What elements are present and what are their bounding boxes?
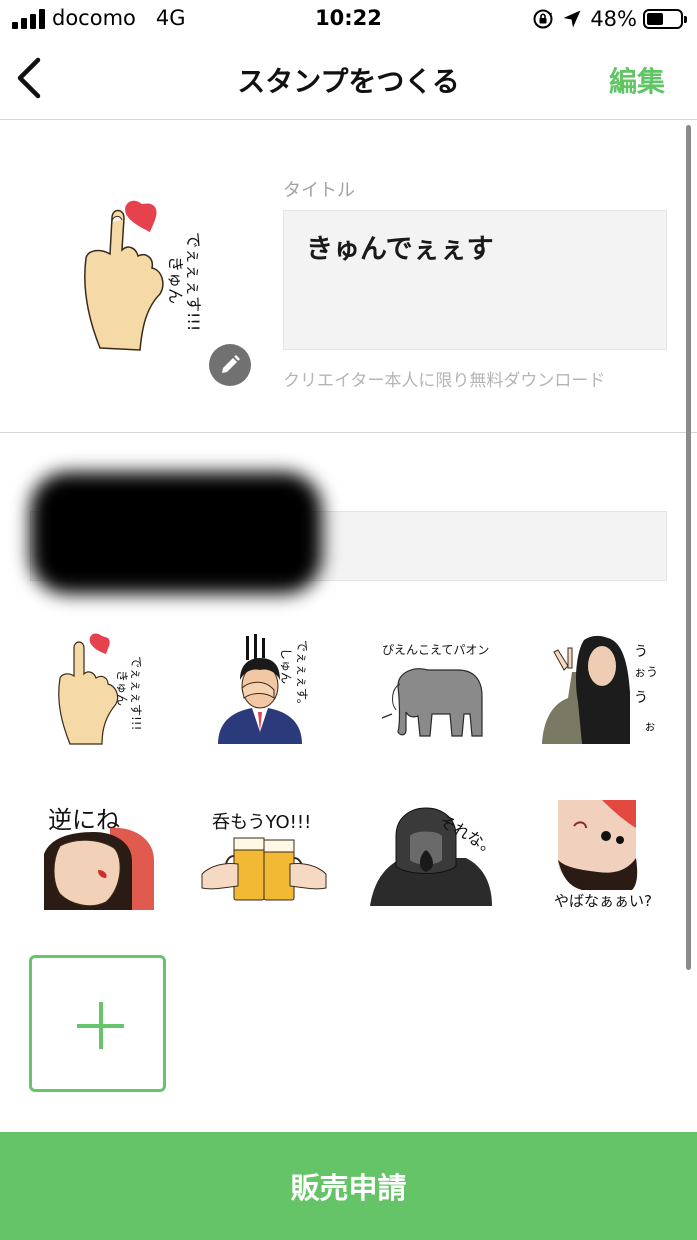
download-note: クリエイター本人に限り無料ダウンロード [283, 371, 606, 391]
edit-image-button[interactable] [209, 344, 251, 386]
svg-text:でぇぇぇす!!!: でぇぇぇす!!! [184, 232, 203, 331]
rotation-lock-icon [533, 9, 553, 29]
back-button[interactable] [10, 54, 54, 102]
gorilla-sticker-image: それな。 [370, 807, 496, 906]
beer-sticker-image: 呑もうYO!!! [201, 812, 327, 901]
svg-text:逆にね: 逆にね [48, 806, 120, 834]
svg-text:ぴえんこえてパオン: ぴえんこえてパオン [382, 643, 489, 657]
page-title: スタンプをつくる [237, 65, 460, 98]
sticker-kyun[interactable]: きゅん でぇぇぇす!!! [50, 632, 170, 756]
svg-text:やばなぁぁい?: やばなぁぁい? [554, 892, 652, 910]
status-icons: 48% [532, 6, 687, 32]
shun-sticker-image: しゅん でぇぇぇす。 [218, 634, 309, 744]
yabai-sticker-image: やばなぁぁい? [554, 800, 652, 910]
title-input[interactable]: きゅんでぇぇす [283, 210, 667, 350]
title-label: タイトル [283, 180, 355, 201]
sticker-gorilla[interactable]: それな。 [366, 802, 496, 926]
pencil-icon [222, 355, 240, 373]
status-bar: docomo 4G 10:22 48% [0, 0, 697, 40]
submit-sale-button[interactable]: 販売申請 [0, 1132, 697, 1240]
sticker-shun[interactable]: しゅん でぇぇぇす。 [212, 632, 332, 756]
svg-text:きゅん: きゅん [115, 670, 129, 706]
battery-percentage: 48% [590, 7, 637, 31]
section-divider [0, 432, 697, 433]
svg-text:しゅん: しゅん [279, 648, 293, 684]
svg-text:う: う [634, 690, 648, 706]
scrollbar[interactable] [686, 125, 691, 970]
sticker-beer[interactable]: 呑もうYO!!! [200, 800, 327, 924]
location-arrow-icon [563, 10, 581, 28]
sticker-yabai[interactable]: やばなぁぁい? [552, 798, 672, 922]
chevron-left-icon [17, 57, 41, 99]
battery-icon [643, 9, 687, 29]
elephant-sticker-image: ぴえんこえてパオン [381, 643, 489, 737]
kyun-hand-illustration: きゅん でぇぇぇす!!! [84, 200, 203, 351]
svg-text:でぇぇぇす!!!: でぇぇぇす!!! [129, 656, 143, 730]
nav-bar: スタンプをつくる 編集 [0, 40, 697, 120]
svg-text:ぉうぅ: ぉうぅ [634, 665, 660, 679]
gyaku-sticker-image: 逆にね [44, 806, 154, 910]
sticker-elephant[interactable]: ぴえんこえてパオン [378, 636, 498, 760]
kyun-sticker-image: きゅん でぇぇぇす!!! [58, 633, 143, 745]
edit-button[interactable]: 編集 [609, 60, 665, 100]
add-sticker-button[interactable] [29, 955, 166, 1092]
svg-text:きゅん: きゅん [166, 256, 185, 304]
sticker-gyaku[interactable]: 逆にね [40, 798, 160, 922]
svg-text:でぇぇぇす。: でぇぇぇす。 [295, 640, 309, 711]
main-sticker-image[interactable]: きゅん でぇぇぇす!!! [80, 198, 210, 356]
svg-text:呑もうYO!!!: 呑もうYO!!! [212, 812, 311, 833]
redaction-overlay [30, 472, 322, 594]
svg-text:う: う [634, 644, 648, 660]
woman-v-sticker-image: う ぉうぅ う ぉ [542, 635, 660, 744]
sticker-woman-v[interactable]: う ぉうぅ う ぉ [538, 632, 660, 756]
svg-text:ぉ: ぉ [644, 719, 656, 733]
